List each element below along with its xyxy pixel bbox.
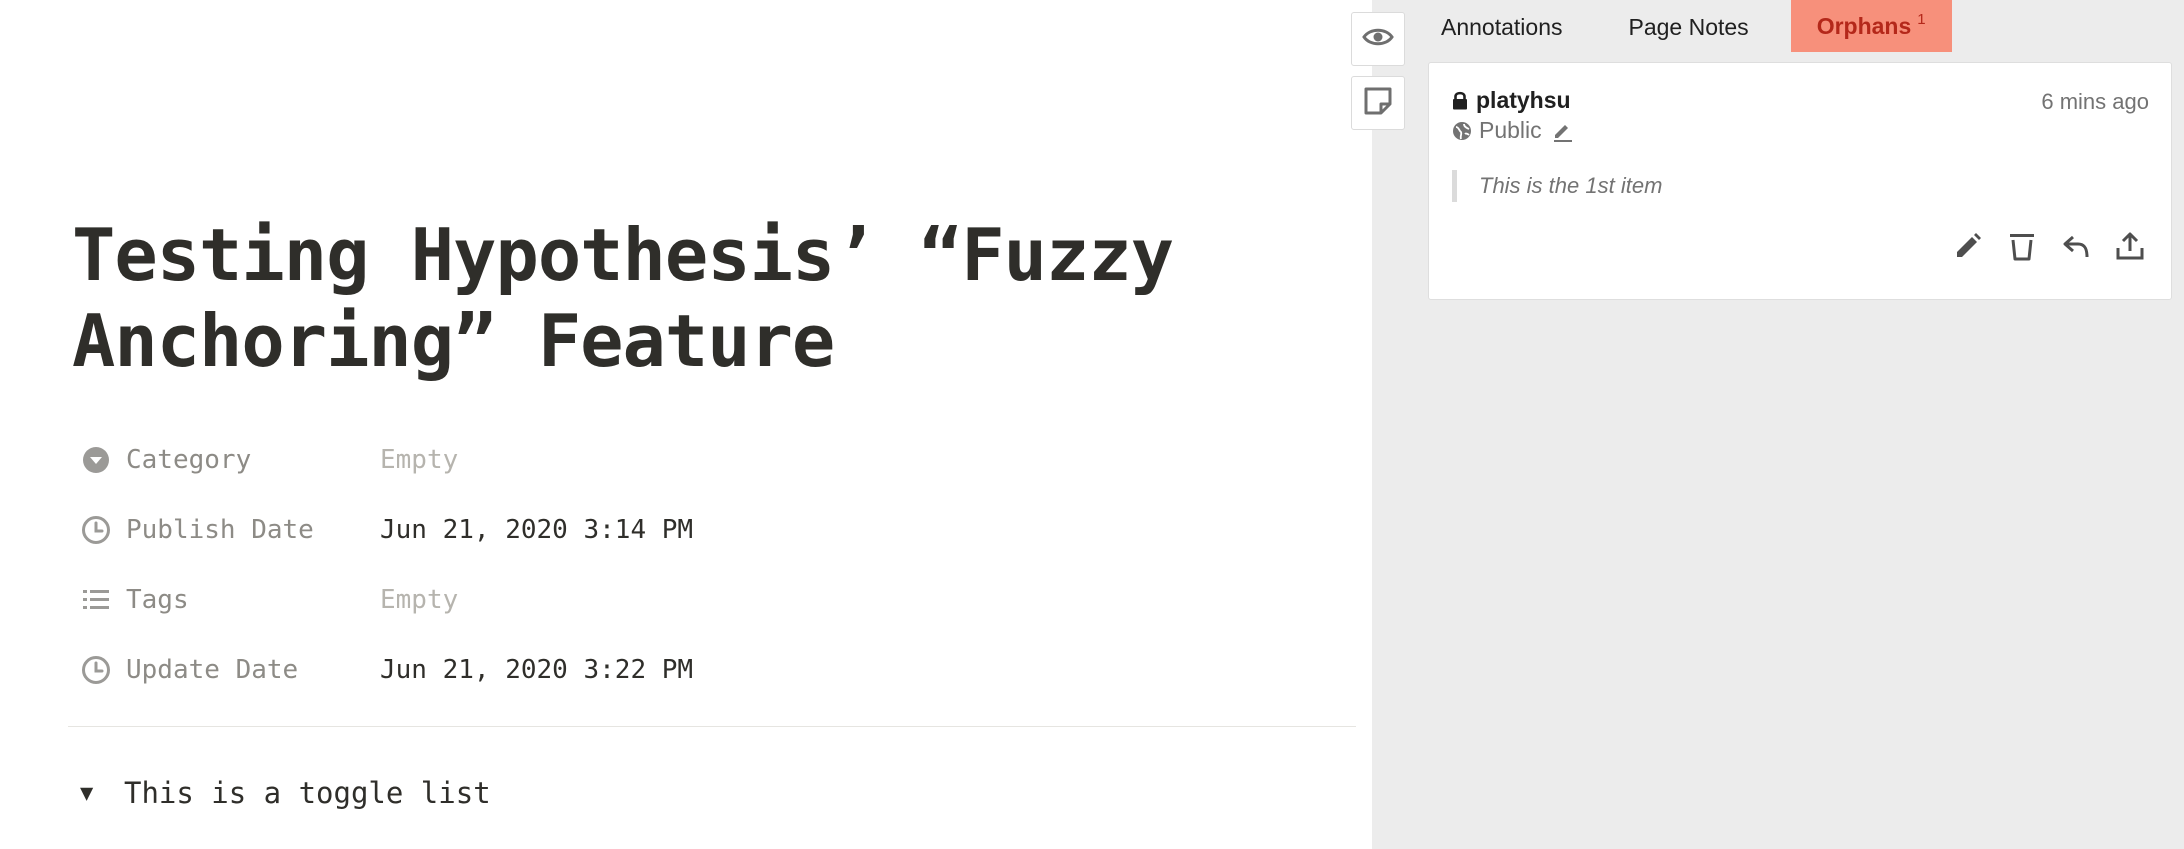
toggle-label: This is a toggle list (124, 776, 491, 810)
tab-orphans[interactable]: Orphans 1 (1790, 0, 1952, 52)
edit-group-icon[interactable] (1552, 120, 1574, 142)
annotation-actions (1951, 229, 2147, 263)
show-highlights-button[interactable] (1351, 12, 1405, 66)
group-name: Public (1479, 117, 1542, 143)
tab-label: Page Notes (1628, 13, 1749, 40)
property-label: Update Date (126, 655, 299, 685)
property-label: Category (126, 445, 252, 475)
tab-label: Annotations (1441, 13, 1563, 40)
tab-annotations[interactable]: Annotations (1427, 0, 1576, 54)
page-properties: Category Empty Publish Date Jun 21, 2020… (72, 425, 1352, 705)
username-link[interactable]: platyhsu (1476, 87, 1571, 114)
annotation-quote: This is the 1st item (1452, 170, 1662, 202)
new-page-note-button[interactable] (1351, 76, 1405, 130)
property-value[interactable]: Jun 21, 2020 3:14 PM (380, 515, 693, 545)
delete-icon[interactable] (2005, 229, 2039, 263)
page-note-icon (1363, 86, 1393, 121)
toggle-list[interactable]: ▼ This is a toggle list (80, 776, 491, 810)
annotation-user: platyhsu (1452, 87, 1571, 114)
page-title[interactable]: Testing Hypothesis’ “Fuzzy Anchoring” Fe… (72, 212, 1332, 384)
reply-icon[interactable] (2059, 229, 2093, 263)
edit-icon[interactable] (1951, 229, 1985, 263)
property-label: Publish Date (126, 515, 314, 545)
share-icon[interactable] (2113, 229, 2147, 263)
property-row-tags[interactable]: Tags Empty (72, 565, 1352, 635)
tab-count-badge: 1 (1917, 10, 1926, 28)
lock-icon (1452, 91, 1468, 110)
tab-label: Orphans (1816, 12, 1912, 39)
property-row-category[interactable]: Category Empty (72, 425, 1352, 495)
annotation-card[interactable]: platyhsu 6 mins ago Public This is the 1… (1428, 62, 2172, 300)
annotation-timestamp[interactable]: 6 mins ago (2041, 89, 2149, 115)
list-icon (76, 580, 116, 620)
dropdown-circle-icon (76, 440, 116, 480)
property-label: Tags (126, 585, 189, 615)
toggle-arrow-icon[interactable]: ▼ (80, 781, 124, 806)
clock-icon (76, 650, 116, 690)
clock-icon (76, 510, 116, 550)
eye-icon (1362, 26, 1394, 53)
annotation-group: Public (1452, 117, 1574, 144)
property-value[interactable]: Jun 21, 2020 3:22 PM (380, 655, 693, 685)
divider (68, 726, 1356, 727)
property-row-update-date[interactable]: Update Date Jun 21, 2020 3:22 PM (72, 635, 1352, 705)
property-row-publish-date[interactable]: Publish Date Jun 21, 2020 3:14 PM (72, 495, 1352, 565)
tab-page-notes[interactable]: Page Notes (1614, 0, 1762, 54)
property-value[interactable]: Empty (380, 585, 458, 615)
notion-page: Testing Hypothesis’ “Fuzzy Anchoring” Fe… (0, 0, 1372, 849)
property-value[interactable]: Empty (380, 445, 458, 475)
sidebar-tabs: Annotations Page Notes Orphans 1 (1427, 0, 1952, 54)
globe-icon (1452, 121, 1472, 141)
